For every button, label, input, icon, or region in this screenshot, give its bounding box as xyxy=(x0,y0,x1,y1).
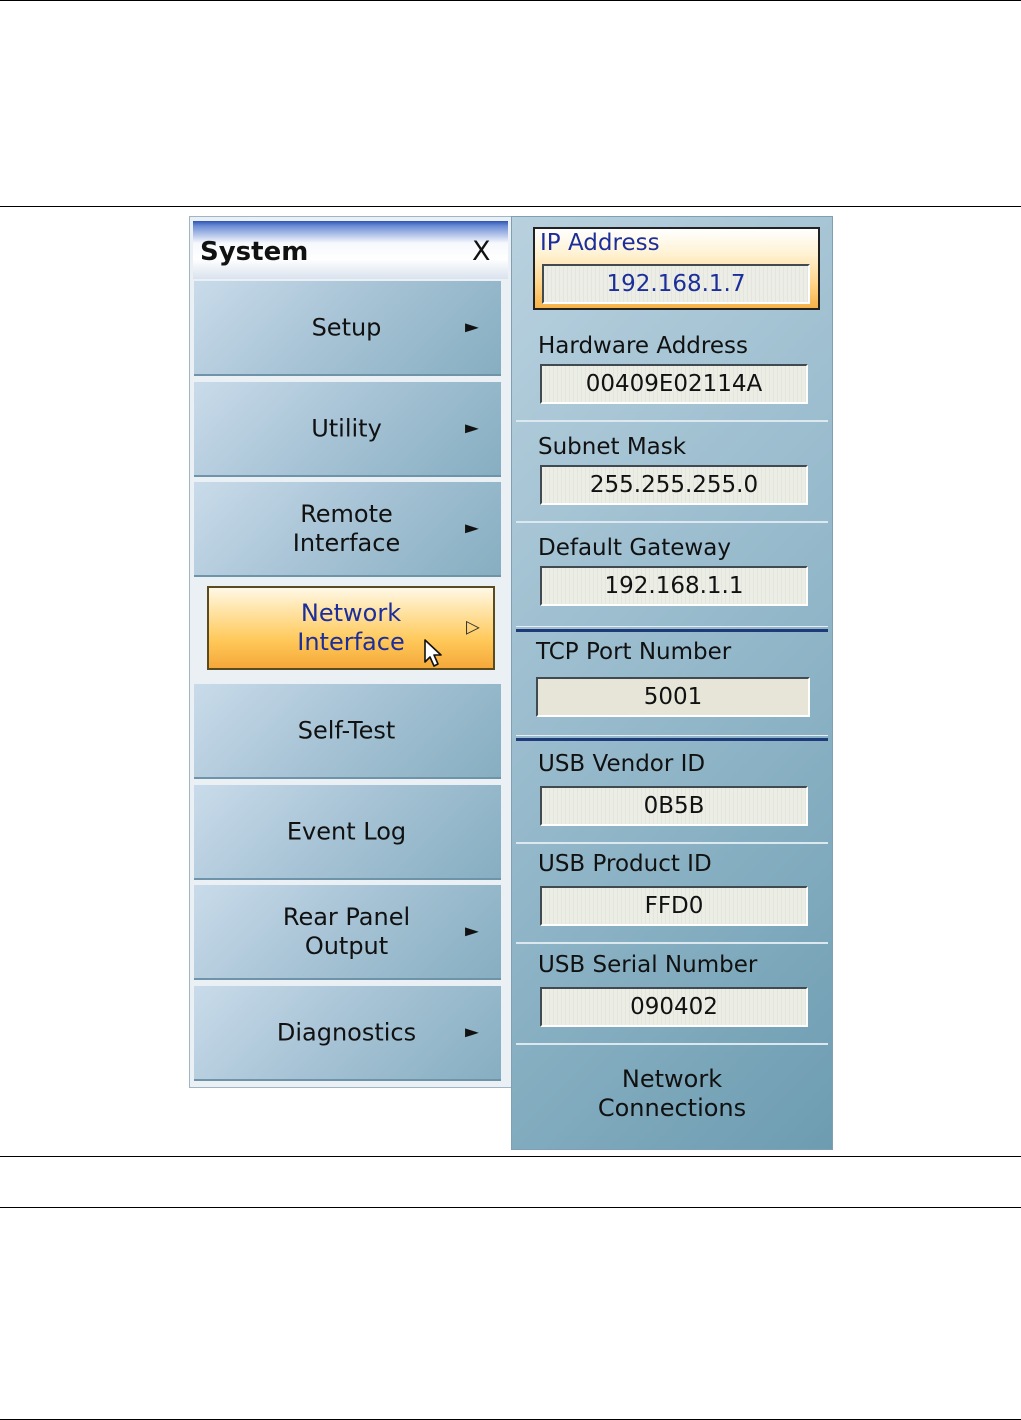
usb-serial-number-value: 090402 xyxy=(540,987,808,1027)
network-connections-label: Network Connections xyxy=(597,1065,747,1122)
utility-button[interactable]: Utility ► xyxy=(194,381,501,477)
hardware-address-value: 00409E02114A xyxy=(540,364,808,404)
system-menu-title-bar: System X xyxy=(193,221,508,279)
default-gateway-label: Default Gateway xyxy=(538,535,731,561)
event-log-button[interactable]: Event Log xyxy=(194,784,501,880)
system-menu-panel: System X Setup ► Utility ► Remote Interf… xyxy=(189,216,512,1088)
remote-interface-button[interactable]: Remote Interface ► xyxy=(194,481,501,577)
usb-serial-number-field: USB Serial Number 090402 xyxy=(516,944,828,1045)
usb-serial-number-label: USB Serial Number xyxy=(538,952,758,978)
triangle-right-icon: ► xyxy=(465,919,479,941)
event-log-label: Event Log xyxy=(286,817,407,845)
network-interface-button[interactable]: Network Interface ▷ xyxy=(207,586,495,670)
self-test-button[interactable]: Self-Test xyxy=(194,683,501,779)
hardware-address-label: Hardware Address xyxy=(538,333,748,359)
mouse-pointer-icon xyxy=(424,639,442,667)
diagnostics-label: Diagnostics xyxy=(276,1018,417,1046)
caption-bottom-rule xyxy=(0,1207,1021,1208)
setup-button[interactable]: Setup ► xyxy=(194,280,501,376)
usb-product-id-field: USB Product ID FFD0 xyxy=(516,843,828,944)
network-interface-panel: IP Address 192.168.1.7 Hardware Address … xyxy=(511,216,833,1150)
subnet-mask-label: Subnet Mask xyxy=(538,434,687,460)
triangle-right-icon: ► xyxy=(465,1020,479,1042)
usb-product-id-value: FFD0 xyxy=(540,886,808,926)
diagnostics-button[interactable]: Diagnostics ► xyxy=(194,985,501,1081)
triangle-right-outline-icon: ▷ xyxy=(466,616,480,638)
section-divider xyxy=(516,735,828,741)
usb-vendor-id-label: USB Vendor ID xyxy=(538,751,706,777)
utility-label: Utility xyxy=(311,414,382,442)
self-test-label: Self-Test xyxy=(297,716,396,744)
network-connections-button[interactable]: Network Connections xyxy=(516,1044,828,1144)
tcp-port-field[interactable]: TCP Port Number 5001 xyxy=(516,635,828,736)
ip-address-input[interactable]: 192.168.1.7 xyxy=(542,264,810,304)
rear-panel-output-button[interactable]: Rear Panel Output ► xyxy=(194,884,501,980)
close-button[interactable]: X xyxy=(472,236,491,267)
tcp-port-label: TCP Port Number xyxy=(536,639,732,665)
usb-vendor-id-value: 0B5B xyxy=(540,786,808,826)
subnet-mask-field[interactable]: Subnet Mask 255.255.255.0 xyxy=(516,422,828,523)
usb-product-id-label: USB Product ID xyxy=(538,851,712,877)
remote-interface-label: Remote Interface xyxy=(292,499,401,557)
subnet-mask-input[interactable]: 255.255.255.0 xyxy=(540,465,808,505)
tcp-port-input[interactable]: 5001 xyxy=(536,677,810,717)
figure-bottom-rule xyxy=(0,1156,1021,1157)
ip-address-label: IP Address xyxy=(540,230,660,256)
default-gateway-input[interactable]: 192.168.1.1 xyxy=(540,566,808,606)
triangle-right-icon: ► xyxy=(465,516,479,538)
setup-label: Setup xyxy=(311,313,382,341)
system-menu-title: System xyxy=(200,237,309,267)
figure-top-rule xyxy=(0,206,1021,207)
top-rule xyxy=(0,0,1021,1)
usb-vendor-id-field: USB Vendor ID 0B5B xyxy=(516,743,828,844)
triangle-right-icon: ► xyxy=(465,416,479,438)
triangle-right-icon: ► xyxy=(465,315,479,337)
default-gateway-field[interactable]: Default Gateway 192.168.1.1 xyxy=(516,523,828,624)
section-divider xyxy=(516,626,828,632)
rear-panel-output-label: Rear Panel Output xyxy=(282,902,411,960)
hardware-address-field: Hardware Address 00409E02114A xyxy=(516,321,828,422)
network-interface-label: Network Interface xyxy=(297,599,405,656)
ip-address-field[interactable]: IP Address 192.168.1.7 xyxy=(533,227,820,310)
